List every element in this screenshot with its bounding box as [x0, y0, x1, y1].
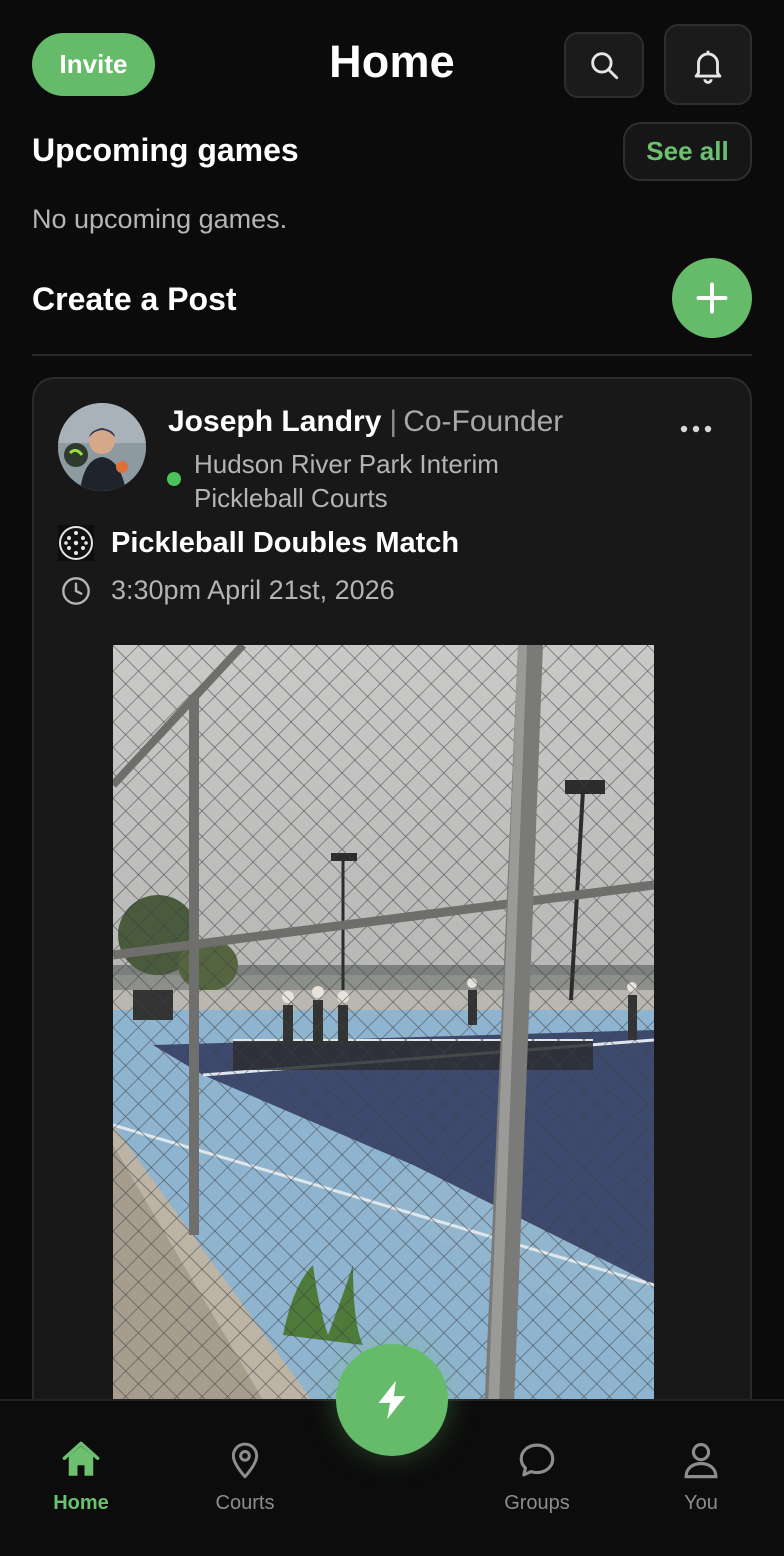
clock-icon	[62, 577, 90, 605]
empty-upcoming-message: No upcoming games.	[32, 204, 288, 234]
plus-icon	[696, 282, 728, 314]
nav-item-you[interactable]: You	[641, 1439, 761, 1515]
nav-item-home[interactable]: Home	[21, 1439, 141, 1515]
more-horizontal-icon[interactable]	[676, 419, 716, 439]
online-status-dot	[167, 472, 181, 486]
see-all-button[interactable]: See all	[623, 122, 752, 181]
quick-action-button[interactable]	[336, 1344, 448, 1456]
pickleball-icon	[58, 525, 94, 561]
game-title: Pickleball Doubles Match	[111, 527, 460, 559]
upcoming-games-heading: Upcoming games	[32, 132, 299, 168]
section-divider	[32, 354, 752, 356]
avatar[interactable]	[58, 403, 146, 491]
search-icon	[591, 52, 619, 80]
post-card[interactable]: Joseph Landry | Co-Founder Hudson River Pa…	[32, 377, 752, 1477]
nav-label-you: You	[684, 1492, 718, 1514]
map-pin-icon	[231, 1442, 259, 1479]
lightning-bolt-icon	[378, 1380, 406, 1420]
chat-bubble-icon	[519, 1443, 555, 1477]
notifications-button[interactable]	[664, 24, 752, 105]
user-icon	[684, 1443, 718, 1479]
author-separator: |	[389, 405, 398, 438]
nav-label-home: Home	[53, 1492, 109, 1514]
home-screen: Invite Home Upcoming games See all No up…	[0, 0, 784, 1556]
author-role: Co-Founder	[403, 405, 564, 438]
nav-label-courts: Courts	[215, 1492, 275, 1514]
post-location[interactable]: Hudson River Park Interim Pickleball Cou…	[194, 447, 614, 515]
author-line: Joseph Landry | Co-Founder	[168, 405, 563, 439]
create-post-button[interactable]	[672, 258, 752, 338]
nav-label-groups: Groups	[504, 1492, 570, 1514]
home-icon	[62, 1441, 100, 1476]
game-time: 3:30pm April 21st, 2026	[111, 575, 395, 605]
nav-item-courts[interactable]: Courts	[185, 1439, 305, 1515]
nav-item-groups[interactable]: Groups	[477, 1439, 597, 1515]
author-name[interactable]: Joseph Landry	[168, 405, 381, 438]
bell-icon	[694, 50, 722, 84]
create-post-heading: Create a Post	[32, 281, 237, 317]
search-button[interactable]	[564, 32, 644, 98]
